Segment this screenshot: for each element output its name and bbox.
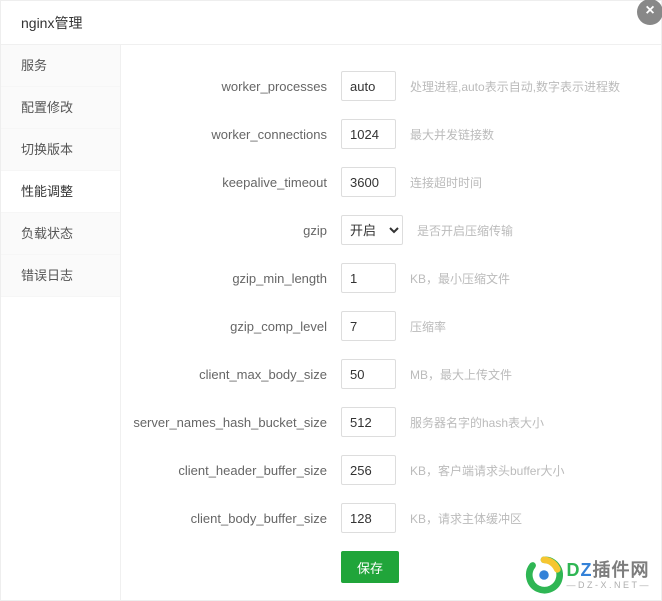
modal-title: nginx管理	[1, 1, 661, 45]
field-hint: 是否开启压缩传输	[417, 222, 513, 239]
client-header-buffer-input[interactable]	[341, 455, 396, 485]
gzip-min-length-input[interactable]	[341, 263, 396, 293]
content-panel: worker_processes 处理进程,auto表示自动,数字表示进程数 w…	[121, 45, 661, 600]
gzip-select[interactable]: 开启	[341, 215, 403, 245]
server-names-hash-input[interactable]	[341, 407, 396, 437]
worker-processes-input[interactable]	[341, 71, 396, 101]
sidebar-item-performance[interactable]: 性能调整	[1, 171, 120, 213]
field-label: gzip	[131, 223, 341, 238]
gzip-comp-level-input[interactable]	[341, 311, 396, 341]
sidebar-item-config[interactable]: 配置修改	[1, 87, 120, 129]
keepalive-timeout-input[interactable]	[341, 167, 396, 197]
field-label: worker_connections	[131, 127, 341, 142]
field-label: gzip_comp_level	[131, 319, 341, 334]
sidebar-item-errorlog[interactable]: 错误日志	[1, 255, 120, 297]
save-button[interactable]: 保存	[341, 551, 399, 583]
field-hint: KB，最小压缩文件	[410, 270, 510, 287]
sidebar-item-load[interactable]: 负载状态	[1, 213, 120, 255]
field-hint: 处理进程,auto表示自动,数字表示进程数	[410, 78, 620, 95]
field-hint: KB，客户端请求头buffer大小	[410, 462, 564, 479]
field-label: server_names_hash_bucket_size	[131, 415, 341, 430]
client-max-body-size-input[interactable]	[341, 359, 396, 389]
field-label: gzip_min_length	[131, 271, 341, 286]
field-hint: 最大并发链接数	[410, 126, 494, 143]
sidebar-item-service[interactable]: 服务	[1, 45, 120, 87]
field-hint: 压缩率	[410, 318, 446, 335]
field-hint: KB，请求主体缓冲区	[410, 510, 522, 527]
field-hint: MB，最大上传文件	[410, 366, 512, 383]
field-hint: 连接超时时间	[410, 174, 482, 191]
field-label: client_max_body_size	[131, 367, 341, 382]
field-label: client_body_buffer_size	[131, 511, 341, 526]
field-label: client_header_buffer_size	[131, 463, 341, 478]
worker-connections-input[interactable]	[341, 119, 396, 149]
field-label: keepalive_timeout	[131, 175, 341, 190]
field-hint: 服务器名字的hash表大小	[410, 414, 544, 431]
sidebar-item-version[interactable]: 切换版本	[1, 129, 120, 171]
field-label: worker_processes	[131, 79, 341, 94]
client-body-buffer-input[interactable]	[341, 503, 396, 533]
sidebar: 服务 配置修改 切换版本 性能调整 负载状态 错误日志	[1, 45, 121, 600]
